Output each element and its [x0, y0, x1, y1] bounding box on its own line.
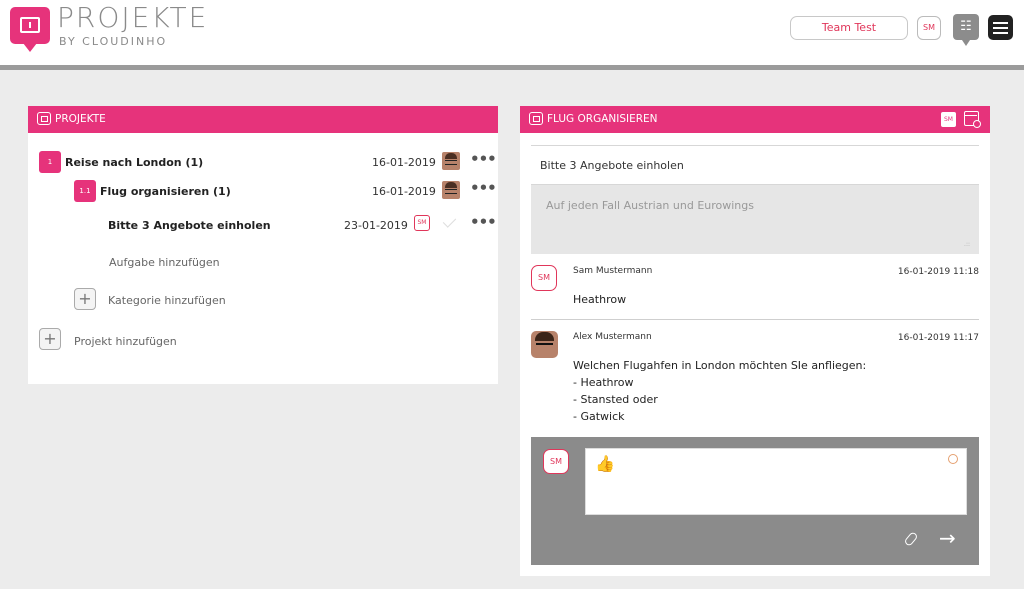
brand-title: PROJEKTE	[57, 1, 209, 34]
category-date: 16-01-2019	[372, 185, 436, 198]
task-detail-title: FLUG ORGANISIEREN	[547, 113, 658, 125]
thumbs-up-icon[interactable]: 👍	[595, 454, 615, 473]
more-options-icon[interactable]: •••	[470, 179, 497, 197]
more-options-icon[interactable]: •••	[470, 213, 497, 231]
add-project-plus-button[interactable]: +	[39, 328, 61, 350]
assignee-badge[interactable]: SM	[941, 112, 956, 127]
comment-text: Heathrow	[573, 293, 627, 306]
comment-text-line: Welchen Flugahfen in London möchten SIe …	[573, 359, 867, 372]
comment-author: Sam Mustermann	[573, 266, 653, 276]
projects-panel: PROJEKTE 1 Reise nach London (1) 16-01-2…	[28, 106, 498, 384]
task-date: 23-01-2019	[344, 219, 408, 232]
comment-text-line: - Gatwick	[573, 410, 625, 423]
add-task-link[interactable]: Aufgabe hinzufügen	[109, 256, 220, 269]
top-bar: PROJEKTE BY CLOUDINHO Team Test SM ☷	[0, 0, 1024, 65]
project-row[interactable]: 1 Reise nach London (1) 16-01-2019 •••	[39, 150, 497, 173]
comment-author: Alex Mustermann	[573, 332, 652, 342]
user-photo-avatar	[442, 181, 460, 199]
category-label[interactable]: Flug organisieren (1)	[100, 185, 231, 198]
task-detail-panel: FLUG ORGANISIEREN SM Bitte 3 Angebote ei…	[520, 106, 990, 576]
send-arrow-icon[interactable]: →	[939, 526, 956, 550]
project-label[interactable]: Reise nach London (1)	[65, 156, 203, 169]
task-row[interactable]: Bitte 3 Angebote einholen 23-01-2019 SM …	[108, 213, 497, 236]
task-title-field[interactable]: Bitte 3 Angebote einholen	[531, 145, 979, 185]
logo-icon[interactable]	[10, 7, 50, 52]
more-options-icon[interactable]: •••	[470, 150, 497, 168]
project-number-badge: 1	[39, 151, 61, 173]
reply-input[interactable]: 👍	[585, 448, 967, 515]
resize-handle-icon[interactable]: .::	[964, 241, 970, 248]
category-number-badge: 1.1	[74, 180, 96, 202]
checkmark-icon[interactable]	[442, 214, 457, 228]
task-detail-header: FLUG ORGANISIEREN SM	[520, 106, 990, 133]
comment-photo-avatar	[531, 331, 558, 358]
comment-divider	[531, 319, 979, 320]
add-category-plus-button[interactable]: +	[74, 288, 96, 310]
emoji-icon[interactable]	[948, 454, 958, 464]
comment-text-line: - Stansted oder	[573, 393, 658, 406]
assignee-badge[interactable]: SM	[414, 215, 430, 231]
brand-subtitle: BY CLOUDINHO	[59, 35, 168, 48]
user-photo-avatar	[442, 152, 460, 170]
attachment-icon[interactable]	[903, 531, 919, 547]
comment-time: 16-01-2019 11:18	[897, 267, 979, 277]
task-description-text: Auf jeden Fall Austrian und Eurowings	[546, 199, 754, 212]
people-icon[interactable]: ☷	[953, 14, 979, 46]
folder-icon	[20, 17, 40, 33]
task-label[interactable]: Bitte 3 Angebote einholen	[108, 219, 271, 232]
task-description-field[interactable]: Auf jeden Fall Austrian und Eurowings .:…	[531, 184, 979, 254]
calendar-icon[interactable]	[964, 111, 981, 128]
comment-time: 16-01-2019 11:17	[897, 333, 979, 343]
reply-avatar: SM	[543, 449, 569, 474]
project-date: 16-01-2019	[372, 156, 436, 169]
team-button[interactable]: Team Test	[790, 16, 908, 40]
category-row[interactable]: 1.1 Flug organisieren (1) 16-01-2019 •••	[74, 179, 497, 202]
add-project-link[interactable]: Projekt hinzufügen	[74, 335, 177, 348]
projects-panel-header: PROJEKTE	[28, 106, 498, 133]
user-avatar-button[interactable]: SM	[917, 16, 941, 40]
comment-avatar: SM	[531, 265, 557, 291]
projects-icon	[37, 112, 51, 125]
comment-text-line: - Heathrow	[573, 376, 634, 389]
add-category-link[interactable]: Kategorie hinzufügen	[108, 294, 226, 307]
projects-panel-title: PROJEKTE	[55, 113, 106, 125]
hamburger-menu-button[interactable]	[988, 15, 1013, 40]
reply-area: SM 👍 →	[531, 437, 979, 565]
task-icon	[529, 112, 543, 125]
header-divider	[0, 65, 1024, 70]
